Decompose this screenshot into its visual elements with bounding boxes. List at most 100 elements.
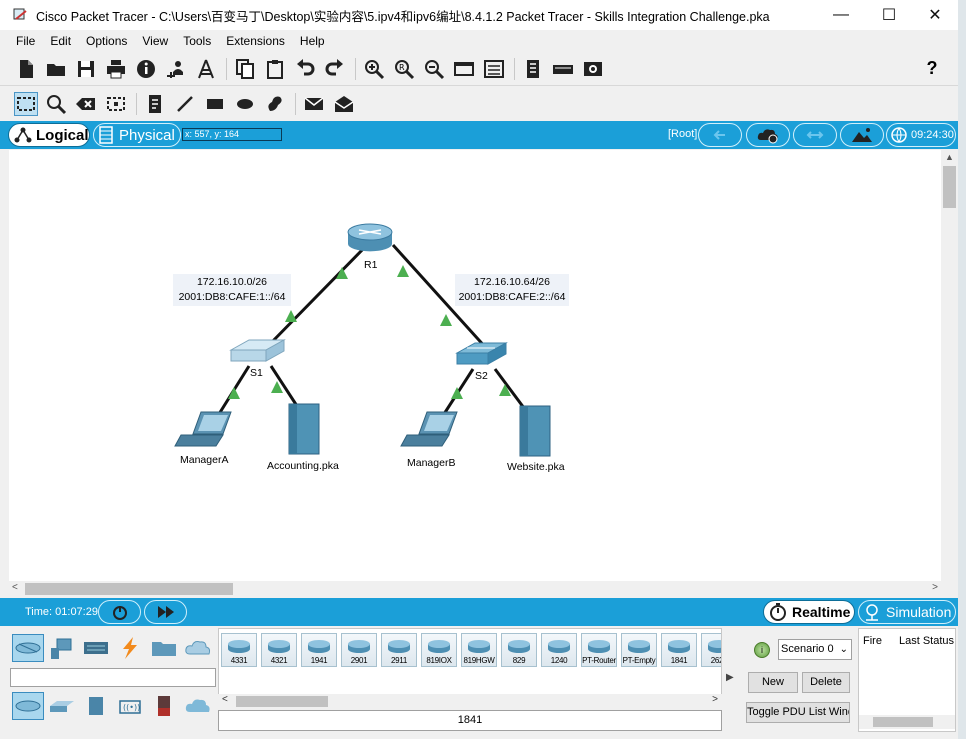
model-819hgw[interactable]: 819HGW [461, 633, 497, 667]
scroll-up-icon[interactable]: ▲ [945, 152, 954, 162]
model-pt-empty[interactable]: PT-Empty [621, 633, 657, 667]
scroll-thumb[interactable] [236, 696, 328, 707]
new-file-button[interactable] [14, 57, 38, 81]
draw-rectangle-button[interactable] [203, 92, 227, 116]
delete-scenario-button[interactable]: Delete [802, 672, 850, 693]
help-button[interactable]: ? [920, 57, 944, 81]
category-components[interactable] [80, 634, 112, 662]
subcategory-hubs[interactable] [80, 692, 112, 720]
menu-view[interactable]: View [134, 34, 175, 48]
scroll-left-icon[interactable]: < [12, 582, 18, 593]
model-2901[interactable]: 2901 [341, 633, 377, 667]
set-background-button[interactable] [840, 123, 884, 147]
model-829[interactable]: 829 [501, 633, 537, 667]
back-button[interactable] [698, 123, 742, 147]
zoom-reset-button[interactable]: R [392, 57, 416, 81]
menu-file[interactable]: File [0, 34, 42, 48]
viewport-clock[interactable]: 09:24:30 [886, 123, 956, 147]
resize-shape-button[interactable] [104, 92, 128, 116]
draw-line-button[interactable] [173, 92, 197, 116]
model-4321[interactable]: 4321 [261, 633, 297, 667]
network-info-button[interactable] [164, 57, 188, 81]
delete-tool-button[interactable] [74, 92, 98, 116]
link-s2-website[interactable] [493, 368, 526, 409]
model-1941[interactable]: 1941 [301, 633, 337, 667]
scroll-thumb[interactable] [25, 583, 233, 595]
category-end-devices[interactable] [46, 634, 78, 662]
copy-button[interactable] [233, 57, 257, 81]
device-template-button[interactable] [551, 57, 575, 81]
close-button[interactable]: ✕ [912, 0, 958, 30]
select-tool-button[interactable] [14, 91, 38, 116]
scroll-right-icon[interactable]: > [712, 694, 718, 705]
save-button[interactable] [74, 57, 98, 81]
network-label-lan1[interactable]: 172.16.10.0/26 2001:DB8:CAFE:1::/64 [173, 274, 291, 306]
viewport-button[interactable] [521, 57, 545, 81]
tab-logical[interactable]: Logical [8, 123, 90, 147]
add-complex-pdu-button[interactable] [332, 92, 356, 116]
fast-forward-button[interactable] [144, 600, 187, 624]
print-button[interactable] [104, 57, 128, 81]
zoom-out-button[interactable] [422, 57, 446, 81]
redo-button[interactable] [323, 57, 347, 81]
model-2911[interactable]: 2911 [381, 633, 417, 667]
model-1240[interactable]: 1240 [541, 633, 577, 667]
canvas-horizontal-scrollbar[interactable]: < > [9, 581, 941, 597]
add-simple-pdu-button[interactable] [302, 92, 326, 116]
subcategory-wireless[interactable]: ((•)) [114, 692, 146, 720]
menu-help[interactable]: Help [292, 34, 332, 48]
canvas-vertical-scrollbar[interactable]: ▲ [941, 150, 958, 581]
model-1841[interactable]: 1841 [661, 633, 697, 667]
category-multiuser[interactable] [182, 634, 214, 662]
place-note-button[interactable] [143, 92, 167, 116]
scroll-right-icon[interactable]: > [932, 582, 938, 593]
logical-workspace-canvas[interactable]: 172.16.10.0/26 2001:DB8:CAFE:1::/64 172.… [9, 150, 941, 581]
scroll-thumb[interactable] [943, 166, 956, 208]
open-button[interactable] [44, 57, 68, 81]
root-breadcrumb[interactable]: [Root] [668, 128, 697, 140]
router-r1[interactable] [347, 223, 393, 252]
server-website[interactable] [519, 405, 551, 457]
draw-ellipse-button[interactable] [233, 92, 257, 116]
zoom-in-button[interactable] [362, 57, 386, 81]
simulation-mode-tab[interactable]: Simulation [858, 600, 956, 624]
scroll-left-icon[interactable]: < [222, 694, 228, 705]
subcategory-wan-emulation[interactable] [182, 692, 214, 720]
freeform-button[interactable] [263, 92, 287, 116]
menu-extensions[interactable]: Extensions [218, 34, 292, 48]
device-list-scrollbar[interactable]: < > [218, 694, 722, 709]
subcategory-routers[interactable] [12, 692, 44, 720]
switch-s2[interactable] [455, 342, 508, 365]
realtime-mode-tab[interactable]: Realtime [763, 600, 855, 624]
title-bar[interactable]: Cisco Packet Tracer - C:\Users\百变马丁\Desk… [0, 0, 958, 30]
scroll-thumb[interactable] [873, 717, 933, 727]
switch-s1[interactable] [229, 339, 286, 362]
custom-device-button[interactable] [194, 57, 218, 81]
model-pt-router[interactable]: PT-Router [581, 633, 617, 667]
subcategory-security[interactable] [148, 692, 180, 720]
scenario-info-icon[interactable]: i [754, 642, 770, 658]
drawing-palette-button[interactable] [452, 57, 476, 81]
scenario-select[interactable]: Scenario 0 ⌄ [778, 639, 852, 660]
pdu-table-scrollbar[interactable] [859, 715, 955, 729]
model-2620[interactable]: 2620 [701, 633, 721, 667]
paste-button[interactable] [263, 57, 287, 81]
model-819iox[interactable]: 819IOX [421, 633, 457, 667]
category-miscellaneous[interactable] [148, 634, 180, 662]
activity-wizard-button[interactable] [134, 57, 158, 81]
menu-options[interactable]: Options [78, 34, 134, 48]
laptop-managerb[interactable] [400, 411, 458, 447]
screenshot-button[interactable] [581, 57, 605, 81]
tab-physical[interactable]: Physical [93, 123, 181, 147]
toggle-pdu-list-button[interactable]: Toggle PDU List Window [746, 702, 850, 723]
subcategory-switches[interactable] [46, 692, 78, 720]
model-4331[interactable]: 4331 [221, 633, 257, 667]
network-label-lan2[interactable]: 172.16.10.64/26 2001:DB8:CAFE:2::/64 [455, 274, 569, 306]
menu-tools[interactable]: Tools [175, 34, 218, 48]
server-accounting[interactable] [288, 403, 320, 455]
expand-pdu-icon[interactable]: ▶ [726, 672, 734, 683]
category-network-devices[interactable] [12, 634, 44, 662]
minimize-button[interactable]: — [818, 0, 864, 30]
inspect-tool-button[interactable] [44, 92, 68, 116]
custom-devices-dialog-button[interactable] [482, 57, 506, 81]
